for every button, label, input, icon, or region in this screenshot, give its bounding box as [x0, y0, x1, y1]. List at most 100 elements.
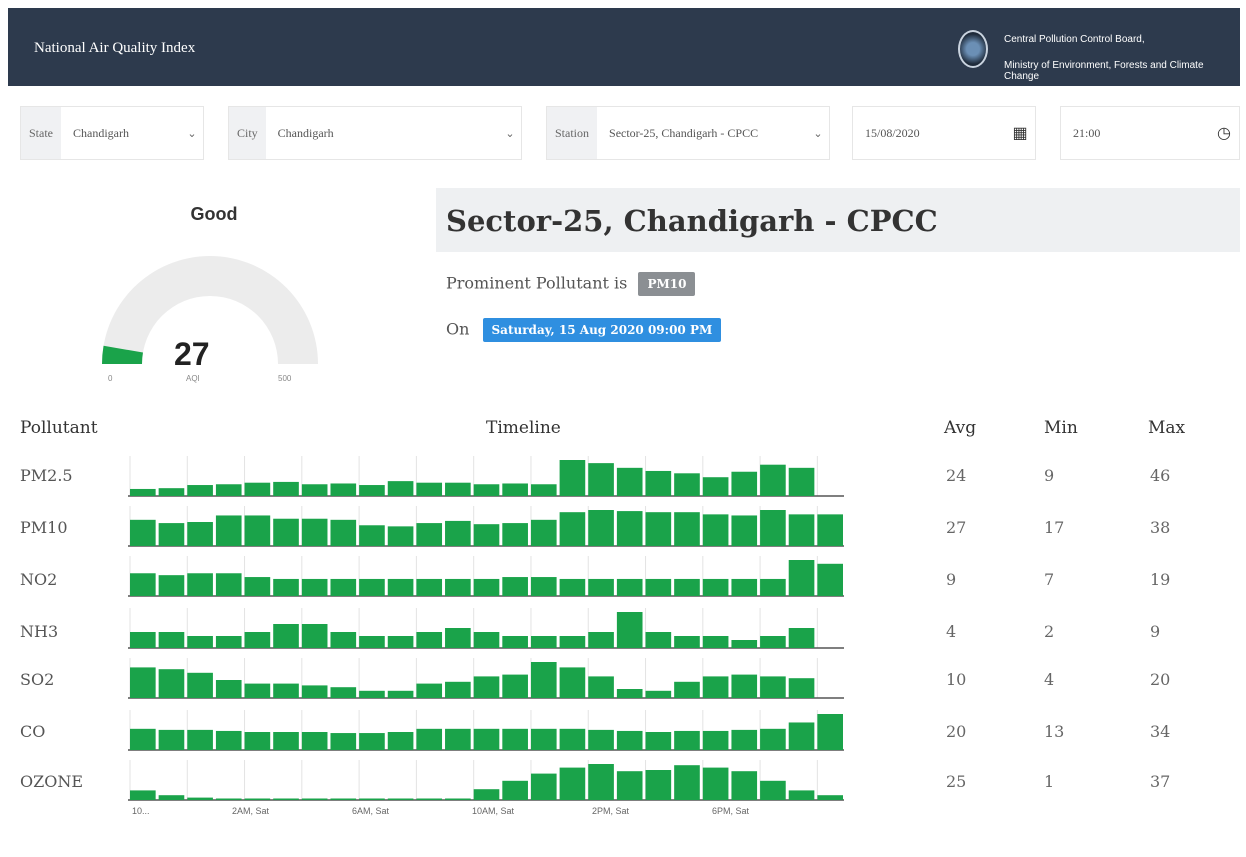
bar-pm10[interactable]: [559, 512, 586, 546]
bar-no2[interactable]: [130, 573, 156, 596]
bar-no2[interactable]: [788, 560, 815, 596]
bar-no2[interactable]: [387, 578, 414, 596]
bar-so2[interactable]: [130, 667, 156, 698]
bar-pm10[interactable]: [330, 519, 357, 546]
bar-co[interactable]: [674, 730, 700, 750]
bar-pm10[interactable]: [158, 523, 185, 546]
bar-nh3[interactable]: [445, 628, 471, 648]
bar-co[interactable]: [387, 732, 414, 750]
bar-ozone[interactable]: [244, 798, 271, 801]
bar-nh3[interactable]: [359, 636, 385, 648]
bar-pm10[interactable]: [130, 519, 156, 546]
bar-pm2.5[interactable]: [530, 484, 557, 496]
bar-nh3[interactable]: [674, 636, 700, 648]
bar-so2[interactable]: [645, 690, 672, 698]
bar-no2[interactable]: [645, 578, 672, 596]
bar-ozone[interactable]: [702, 767, 729, 800]
bar-ozone[interactable]: [445, 798, 471, 801]
bar-ozone[interactable]: [387, 798, 414, 801]
bar-pm2.5[interactable]: [273, 481, 299, 496]
bar-ozone[interactable]: [215, 798, 242, 801]
bar-pm2.5[interactable]: [445, 482, 471, 496]
bar-pm2.5[interactable]: [158, 488, 185, 496]
bar-co[interactable]: [731, 729, 758, 750]
bar-pm10[interactable]: [731, 515, 758, 546]
bar-pm2.5[interactable]: [301, 484, 328, 496]
bar-pm10[interactable]: [215, 515, 242, 546]
bar-so2[interactable]: [530, 662, 557, 698]
clock-icon[interactable]: ◷: [1209, 123, 1239, 143]
bar-nh3[interactable]: [559, 636, 586, 648]
bar-co[interactable]: [130, 728, 156, 750]
bar-no2[interactable]: [301, 578, 328, 596]
bar-no2[interactable]: [330, 578, 357, 596]
bar-pm10[interactable]: [244, 515, 271, 546]
bar-so2[interactable]: [760, 676, 786, 698]
bar-ozone[interactable]: [301, 798, 328, 801]
bar-nh3[interactable]: [645, 632, 672, 648]
bar-co[interactable]: [559, 728, 586, 750]
bar-so2[interactable]: [330, 687, 357, 698]
bar-co[interactable]: [359, 733, 385, 750]
bar-nh3[interactable]: [502, 636, 528, 648]
bar-so2[interactable]: [301, 685, 328, 698]
bar-co[interactable]: [788, 722, 815, 750]
bar-pm2.5[interactable]: [359, 485, 385, 496]
bar-ozone[interactable]: [330, 798, 357, 801]
bar-nh3[interactable]: [616, 612, 643, 648]
bar-co[interactable]: [817, 714, 843, 750]
bar-pm10[interactable]: [473, 524, 500, 546]
bar-nh3[interactable]: [273, 624, 299, 648]
bar-no2[interactable]: [187, 573, 213, 596]
bar-so2[interactable]: [158, 669, 185, 698]
bar-pm10[interactable]: [817, 514, 843, 546]
bar-ozone[interactable]: [473, 789, 500, 800]
bar-pm10[interactable]: [702, 514, 729, 546]
bar-ozone[interactable]: [530, 773, 557, 800]
bar-pm10[interactable]: [445, 520, 471, 546]
bar-pm10[interactable]: [359, 525, 385, 546]
bar-ozone[interactable]: [645, 770, 672, 800]
bar-pm2.5[interactable]: [130, 488, 156, 496]
bar-nh3[interactable]: [530, 636, 557, 648]
date-input[interactable]: 15/08/2020 ▦: [852, 106, 1036, 160]
bar-ozone[interactable]: [788, 790, 815, 800]
bar-so2[interactable]: [674, 681, 700, 698]
bar-nh3[interactable]: [416, 632, 443, 648]
bar-nh3[interactable]: [244, 632, 271, 648]
bar-no2[interactable]: [359, 578, 385, 596]
city-select[interactable]: City Chandigarh ⌄: [228, 106, 522, 160]
bar-so2[interactable]: [215, 680, 242, 698]
bar-so2[interactable]: [416, 683, 443, 698]
bar-co[interactable]: [760, 728, 786, 750]
bar-co[interactable]: [273, 732, 299, 750]
bar-pm10[interactable]: [301, 518, 328, 546]
bar-so2[interactable]: [502, 674, 528, 698]
bar-co[interactable]: [215, 730, 242, 750]
bar-no2[interactable]: [215, 573, 242, 596]
bar-nh3[interactable]: [215, 636, 242, 648]
bar-no2[interactable]: [273, 578, 299, 596]
bar-pm10[interactable]: [530, 519, 557, 546]
bar-no2[interactable]: [760, 578, 786, 596]
bar-no2[interactable]: [588, 578, 614, 596]
bar-pm2.5[interactable]: [559, 460, 586, 496]
bar-nh3[interactable]: [330, 632, 357, 648]
bar-ozone[interactable]: [674, 765, 700, 800]
bar-no2[interactable]: [244, 577, 271, 596]
bar-nh3[interactable]: [158, 632, 185, 648]
bar-co[interactable]: [445, 728, 471, 750]
bar-nh3[interactable]: [788, 628, 815, 648]
bar-so2[interactable]: [731, 674, 758, 698]
bar-no2[interactable]: [445, 578, 471, 596]
bar-no2[interactable]: [702, 578, 729, 596]
bar-so2[interactable]: [273, 683, 299, 698]
bar-so2[interactable]: [445, 681, 471, 698]
bar-pm2.5[interactable]: [645, 470, 672, 496]
bar-so2[interactable]: [244, 683, 271, 698]
bar-pm2.5[interactable]: [674, 473, 700, 496]
bar-ozone[interactable]: [502, 780, 528, 800]
bar-no2[interactable]: [473, 578, 500, 596]
bar-pm2.5[interactable]: [187, 485, 213, 496]
bar-so2[interactable]: [187, 672, 213, 698]
